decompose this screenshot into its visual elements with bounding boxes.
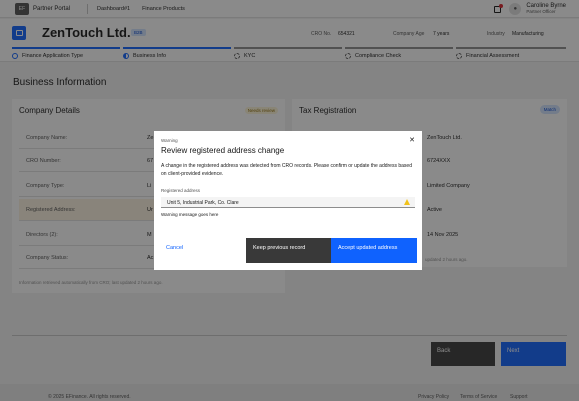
warning-icon <box>404 199 410 205</box>
close-icon[interactable]: ✕ <box>409 136 415 144</box>
cancel-button[interactable]: Cancel <box>154 238 246 270</box>
modal-body: A change in the registered address was d… <box>161 163 412 177</box>
address-change-modal: Warning ✕ Review registered address chan… <box>154 131 422 270</box>
modal-label: Warning <box>161 138 178 143</box>
field-value: Unit 5, Industrial Park, Co. Clare <box>167 200 239 206</box>
modal-title: Review registered address change <box>161 146 285 155</box>
keep-previous-record-button[interactable]: Keep previous record <box>246 238 331 263</box>
accept-updated-address-button[interactable]: Accept updated address <box>331 238 417 263</box>
field-label: Registered address <box>161 188 201 193</box>
registered-address-field[interactable]: Unit 5, Industrial Park, Co. Clare <box>161 197 415 208</box>
field-warning-message: Warning message goes here <box>161 212 219 217</box>
